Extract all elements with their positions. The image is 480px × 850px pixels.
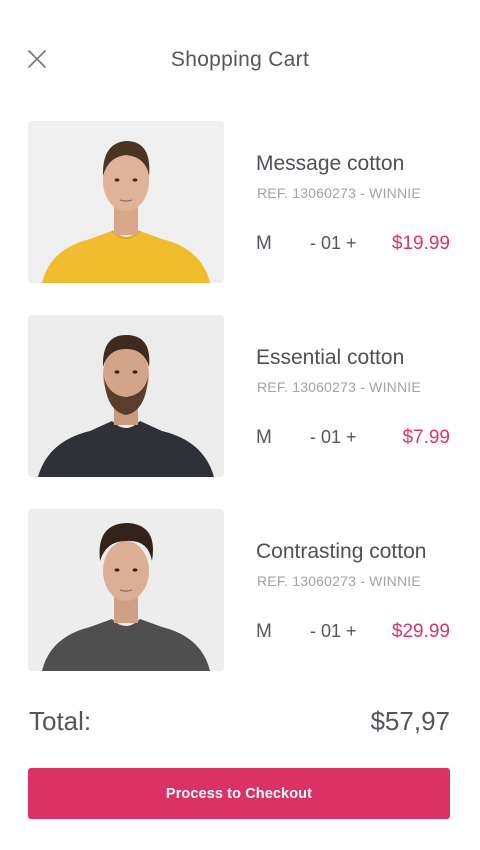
- cart-item: Essential cotton REF. 13060273 - WINNIE …: [28, 315, 450, 477]
- product-ref: REF. 13060273 - WINNIE: [257, 573, 421, 589]
- quantity-value: 01: [321, 621, 347, 641]
- item-info: Essential cotton REF. 13060273 - WINNIE …: [256, 315, 450, 477]
- size-selector[interactable]: M: [256, 621, 272, 643]
- product-price: $7.99: [402, 427, 450, 448]
- model-photo: [28, 315, 224, 477]
- size-selector[interactable]: M: [256, 233, 272, 255]
- product-name[interactable]: Contrasting cotton: [256, 540, 426, 564]
- product-image[interactable]: [28, 121, 224, 283]
- decrease-button[interactable]: -: [310, 427, 316, 447]
- product-ref: REF. 13060273 - WINNIE: [257, 379, 421, 395]
- decrease-button[interactable]: -: [310, 233, 316, 253]
- increase-button[interactable]: +: [346, 233, 357, 253]
- total-value: $57,97: [370, 706, 450, 736]
- product-price: $19.99: [391, 233, 450, 254]
- size-selector[interactable]: M: [256, 427, 272, 449]
- quantity-stepper: - 01 +: [310, 427, 357, 448]
- product-image[interactable]: [28, 315, 224, 477]
- product-name[interactable]: Message cotton: [256, 152, 404, 176]
- header: Shopping Cart: [0, 0, 480, 120]
- product-image[interactable]: [28, 509, 224, 671]
- quantity-value: 01: [321, 233, 347, 253]
- product-ref: REF. 13060273 - WINNIE: [257, 185, 421, 201]
- quantity-value: 01: [321, 427, 347, 447]
- product-name[interactable]: Essential cotton: [256, 346, 404, 370]
- item-info: Message cotton REF. 13060273 - WINNIE M …: [256, 121, 450, 283]
- item-info: Contrasting cotton REF. 13060273 - WINNI…: [256, 509, 450, 671]
- checkout-button[interactable]: Process to Checkout: [28, 768, 450, 819]
- model-photo: [28, 121, 224, 283]
- cart-item: Contrasting cotton REF. 13060273 - WINNI…: [28, 509, 450, 671]
- model-photo: [28, 509, 224, 671]
- cart-item: Message cotton REF. 13060273 - WINNIE M …: [28, 121, 450, 283]
- increase-button[interactable]: +: [346, 427, 357, 447]
- decrease-button[interactable]: -: [310, 621, 316, 641]
- page-title: Shopping Cart: [170, 48, 310, 71]
- product-price: $29.99: [391, 621, 450, 642]
- increase-button[interactable]: +: [346, 621, 357, 641]
- total-label: Total:: [29, 706, 92, 736]
- quantity-stepper: - 01 +: [310, 621, 357, 642]
- quantity-stepper: - 01 +: [310, 233, 357, 254]
